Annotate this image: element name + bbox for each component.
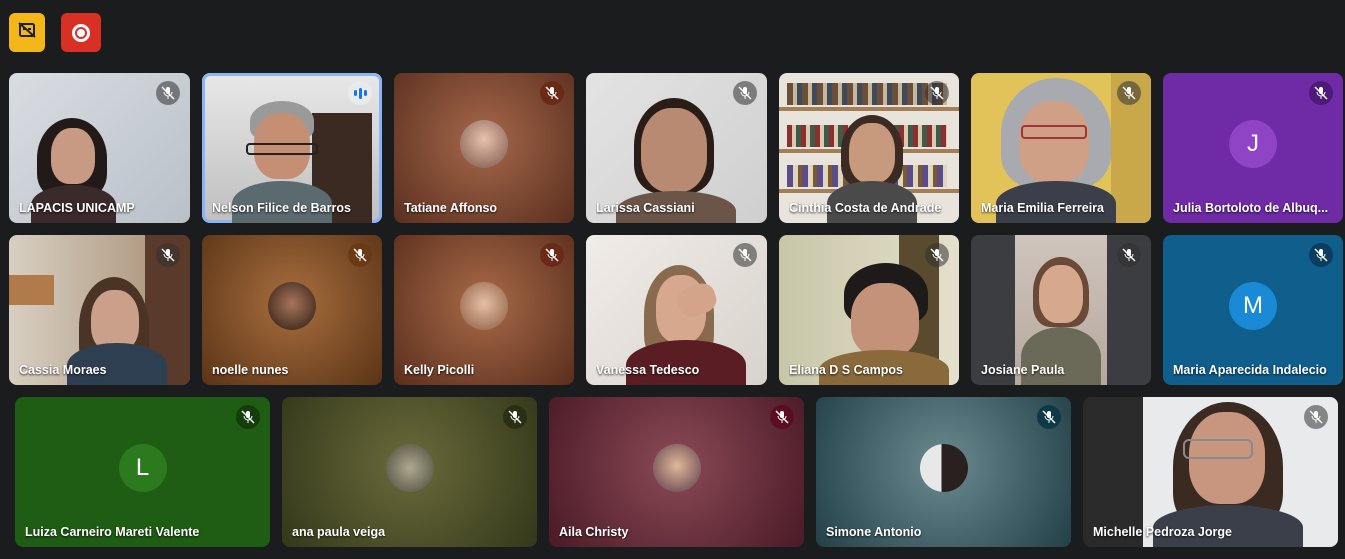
participant-tile[interactable]: Nelson Filice de Barros — [202, 73, 382, 223]
participant-name: Maria Emilia Ferreira — [981, 201, 1104, 215]
mic-off-icon — [1309, 243, 1333, 267]
avatar — [919, 444, 968, 492]
recording-indicator-button[interactable] — [61, 13, 101, 52]
mic-off-icon — [540, 243, 564, 267]
mic-off-icon — [925, 243, 949, 267]
participant-tile[interactable]: J Julia Bortoloto de Albuq... — [1163, 73, 1343, 223]
avatar — [460, 282, 508, 330]
mic-off-icon — [733, 81, 757, 105]
participant-tile[interactable]: Kelly Picolli — [394, 235, 574, 385]
mic-off-icon — [733, 243, 757, 267]
participant-name: Tatiane Affonso — [404, 201, 498, 215]
speaking-indicator-icon — [348, 81, 372, 105]
mic-off-icon — [1304, 405, 1328, 429]
avatar-initial: J — [1229, 120, 1277, 168]
participant-tile[interactable]: noelle nunes — [202, 235, 382, 385]
participant-name: Maria Aparecida Indalecio — [1173, 363, 1327, 377]
participant-name: noelle nunes — [212, 363, 289, 377]
mic-off-icon — [1117, 81, 1141, 105]
participant-name: Larissa Cassiani — [596, 201, 695, 215]
participant-name: Cinthia Costa de Andrade — [789, 201, 942, 215]
participant-tile[interactable]: L Luiza Carneiro Mareti Valente — [15, 397, 270, 547]
participant-tile[interactable]: ana paula veiga — [282, 397, 537, 547]
recording-icon — [72, 23, 90, 42]
participant-name: Vanessa Tedesco — [596, 363, 700, 377]
participant-tile[interactable]: Cinthia Costa de Andrade — [779, 73, 959, 223]
participant-name: Kelly Picolli — [404, 363, 475, 377]
participant-tile[interactable]: LAPACIS UNICAMP — [9, 73, 190, 223]
participant-name: Eliana D S Campos — [789, 363, 903, 377]
avatar — [268, 282, 316, 330]
mic-off-icon — [540, 81, 564, 105]
mic-off-icon — [236, 405, 260, 429]
participant-tile[interactable]: M Maria Aparecida Indalecio — [1163, 235, 1343, 385]
participant-tile[interactable]: Michelle Pedroza Jorge — [1083, 397, 1338, 547]
participant-tile[interactable]: Larissa Cassiani — [586, 73, 767, 223]
mic-off-icon — [156, 81, 180, 105]
participant-tile[interactable]: Vanessa Tedesco — [586, 235, 767, 385]
participant-tile[interactable]: Maria Emilia Ferreira — [971, 73, 1151, 223]
captions-off-button[interactable] — [9, 13, 45, 52]
mic-off-icon — [925, 81, 949, 105]
participant-tile[interactable]: Simone Antonio — [816, 397, 1071, 547]
mic-off-icon — [770, 405, 794, 429]
participant-name: Cassia Moraes — [19, 363, 107, 377]
participant-name: Aila Christy — [559, 525, 629, 539]
avatar — [460, 120, 508, 168]
participant-name: Nelson Filice de Barros — [212, 201, 351, 215]
participant-name: Simone Antonio — [826, 525, 922, 539]
avatar — [385, 444, 434, 492]
avatar-initial: L — [118, 444, 167, 492]
captions-off-icon — [17, 20, 37, 45]
participant-tile[interactable]: Eliana D S Campos — [779, 235, 959, 385]
participant-tile[interactable]: Aila Christy — [549, 397, 804, 547]
mic-off-icon — [503, 405, 527, 429]
participant-name: Michelle Pedroza Jorge — [1093, 525, 1232, 539]
mic-off-icon — [156, 243, 180, 267]
mic-off-icon — [1309, 81, 1333, 105]
participant-name: Luiza Carneiro Mareti Valente — [25, 525, 200, 539]
participant-tile[interactable]: Cassia Moraes — [9, 235, 190, 385]
participant-tile[interactable]: Josiane Paula — [971, 235, 1151, 385]
participant-tile[interactable]: Tatiane Affonso — [394, 73, 574, 223]
participant-name: LAPACIS UNICAMP — [19, 201, 135, 215]
mic-off-icon — [1037, 405, 1061, 429]
mic-off-icon — [348, 243, 372, 267]
participant-name: Josiane Paula — [981, 363, 1065, 377]
mic-off-icon — [1117, 243, 1141, 267]
participant-name: Julia Bortoloto de Albuq... — [1173, 201, 1329, 215]
avatar-initial: M — [1229, 282, 1277, 330]
avatar — [652, 444, 701, 492]
participant-name: ana paula veiga — [292, 525, 386, 539]
